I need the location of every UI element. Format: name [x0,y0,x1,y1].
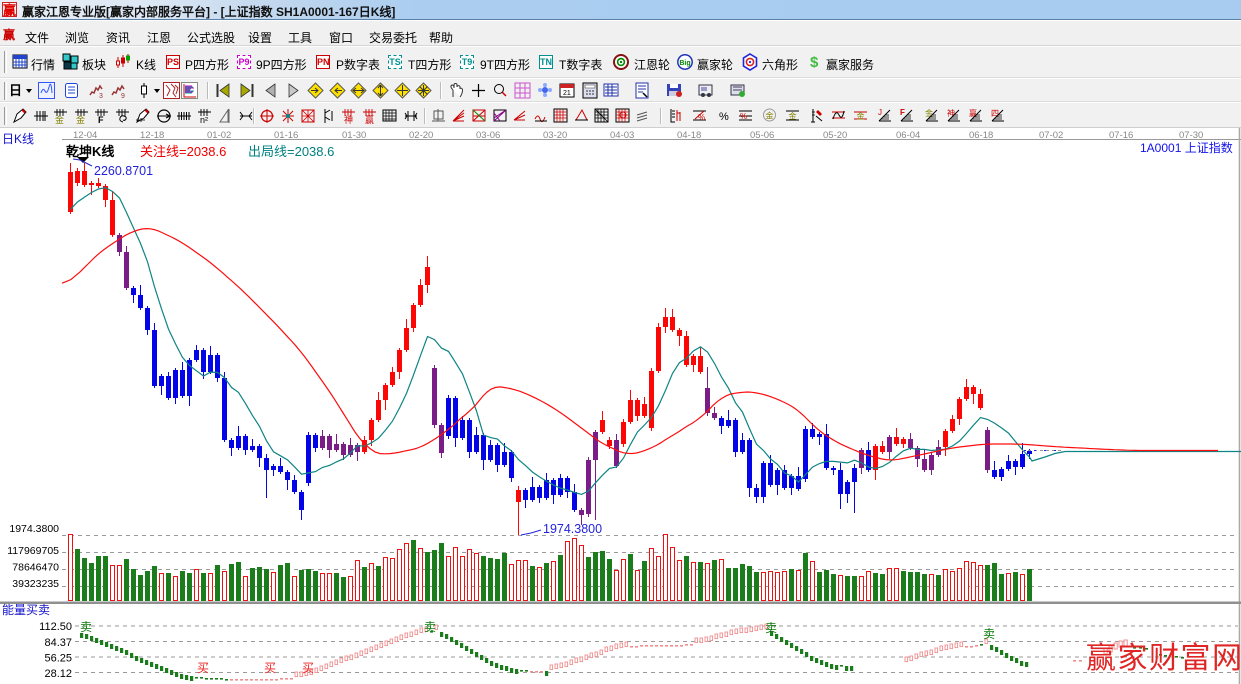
svg-text:金: 金 [789,111,797,121]
svg-text:84.37: 84.37 [44,637,72,649]
svg-text:%: % [719,111,729,123]
svg-text:金: 金 [925,108,933,118]
svg-text:1974.3800: 1974.3800 [543,522,602,536]
svg-text:1A0001 上证指数: 1A0001 上证指数 [1140,140,1233,155]
svg-text:买: 买 [264,661,276,675]
svg-text:%: % [698,113,705,122]
svg-text:J: J [878,108,882,117]
svg-text:出局线=2038.6: 出局线=2038.6 [248,144,334,159]
svg-text:9: 9 [121,93,125,99]
svg-text:金: 金 [766,111,774,121]
svg-text:n²: n² [200,115,208,125]
svg-text:28.12: 28.12 [44,668,72,680]
svg-text:78646470: 78646470 [12,562,59,574]
svg-text:赢家财富网: 赢家财富网 [1086,642,1241,675]
svg-text:2260.8701: 2260.8701 [94,164,153,178]
svg-text:F: F [900,108,905,117]
svg-text:3: 3 [99,93,103,99]
svg-text:卖: 卖 [765,621,777,635]
svg-text:买: 买 [197,661,209,675]
svg-text:神: 神 [344,114,353,125]
svg-text:1974.3800: 1974.3800 [9,523,59,535]
svg-text:39323235: 39323235 [12,578,59,590]
svg-text:能量买卖: 能量买卖 [2,603,50,617]
svg-text:神: 神 [947,108,955,118]
svg-text:关注线=2038.6: 关注线=2038.6 [140,144,226,159]
svg-text:金: 金 [857,111,865,121]
svg-text:赢: 赢 [365,114,374,125]
svg-text:日: 日 [9,83,22,98]
svg-text:乾坤K线: 乾坤K线 [66,144,114,159]
svg-text:买: 买 [302,661,314,675]
svg-text:卖: 卖 [424,620,436,634]
svg-text:赢: 赢 [969,108,977,118]
svg-text:F: F [98,115,104,125]
svg-text:日K线: 日K线 [2,132,34,146]
svg-text:%: % [740,112,747,121]
svg-text:21: 21 [563,90,571,97]
svg-text:117969705: 117969705 [7,545,59,557]
svg-text:112.50: 112.50 [39,621,72,633]
svg-text:金: 金 [55,114,64,125]
svg-text:卖: 卖 [80,620,92,634]
svg-text:金: 金 [76,114,85,125]
svg-text:Big: Big [679,60,690,67]
svg-text:56.25: 56.25 [44,653,72,665]
svg-text:卖: 卖 [983,627,995,641]
